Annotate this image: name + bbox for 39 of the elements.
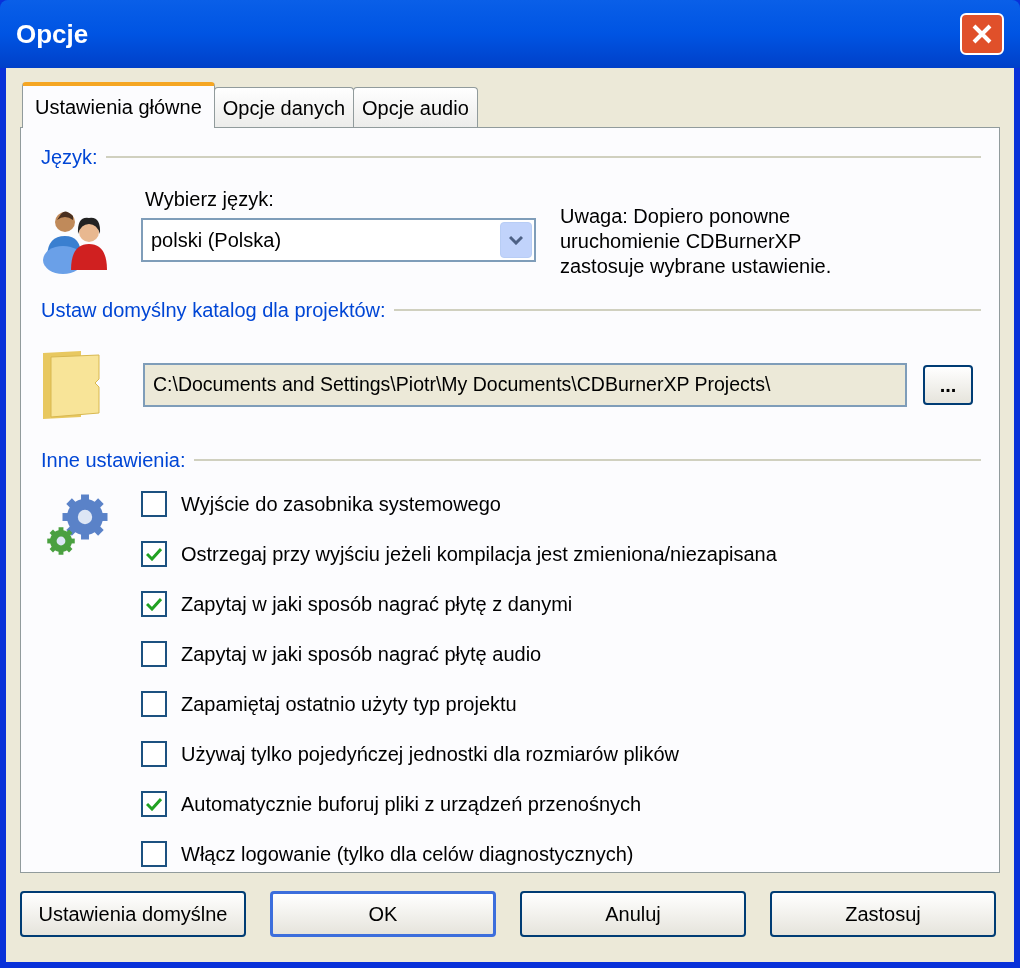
checkmark-icon <box>146 597 162 611</box>
tab[interactable]: Opcje audio <box>353 87 478 127</box>
checkbox[interactable] <box>141 691 167 717</box>
language-dropdown[interactable]: polski (Polska) <box>141 218 536 262</box>
tab[interactable]: Ustawienia główne <box>22 82 215 128</box>
option-label: Włącz logowanie (tylko dla celów diagnostycznych) <box>181 842 634 867</box>
field-label: Wybierz język: <box>145 187 275 212</box>
checkmark-icon <box>146 547 162 561</box>
section-heading: Inne ustawienia: <box>41 448 186 473</box>
checkmark-icon <box>146 797 162 811</box>
checkbox[interactable] <box>141 791 167 817</box>
checkbox[interactable] <box>141 741 167 767</box>
option-label: Ostrzegaj przy wyjściu jeżeli kompilacja jest zmieniona/niezapisana <box>181 542 777 567</box>
option-label: Zapytaj w jaki sposób nagrać płytę audio <box>181 642 542 667</box>
checkbox[interactable] <box>141 641 167 667</box>
browse-button[interactable]: ... <box>923 365 973 405</box>
option-label: Zapamiętaj ostatnio użyty typ projektu <box>181 692 517 717</box>
dialog-button[interactable]: Anuluj <box>520 891 746 937</box>
tab[interactable]: Opcje danych <box>213 87 355 127</box>
checkbox[interactable] <box>141 491 167 517</box>
dialog-button[interactable]: Ustawienia domyślne <box>20 891 246 937</box>
close-icon <box>971 23 993 45</box>
dialog-button[interactable]: Zastosuj <box>770 891 996 937</box>
section-heading: Język: <box>41 145 98 170</box>
path-field[interactable]: C:\Documents and Settings\Piotr\My Documents\CDBurnerXP Projects\ <box>143 363 907 407</box>
option-label: Automatycznie buforuj pliki z urządzeń przenośnych <box>181 792 642 817</box>
close-button[interactable] <box>960 13 1004 55</box>
folder-icon <box>41 349 103 421</box>
checkbox[interactable] <box>141 841 167 867</box>
option-label: Wyjście do zasobnika systemowego <box>181 492 501 517</box>
restart-note: Uwaga: Dopiero ponowne uruchomienie CDBurnerXP zastosuje wybrane ustawienie. <box>560 204 833 279</box>
dialog-button[interactable]: OK <box>270 891 496 937</box>
section-heading: Ustaw domyślny katalog dla projektów: <box>41 298 386 323</box>
window-title: Opcje <box>16 17 89 51</box>
chevron-down-icon <box>509 235 523 245</box>
checkbox[interactable] <box>141 541 167 567</box>
option-label: Zapytaj w jaki sposób nagrać płytę z danymi <box>181 592 573 617</box>
option-label: Używaj tylko pojedyńczej jednostki dla rozmiarów plików <box>181 742 679 767</box>
checkbox[interactable] <box>141 591 167 617</box>
